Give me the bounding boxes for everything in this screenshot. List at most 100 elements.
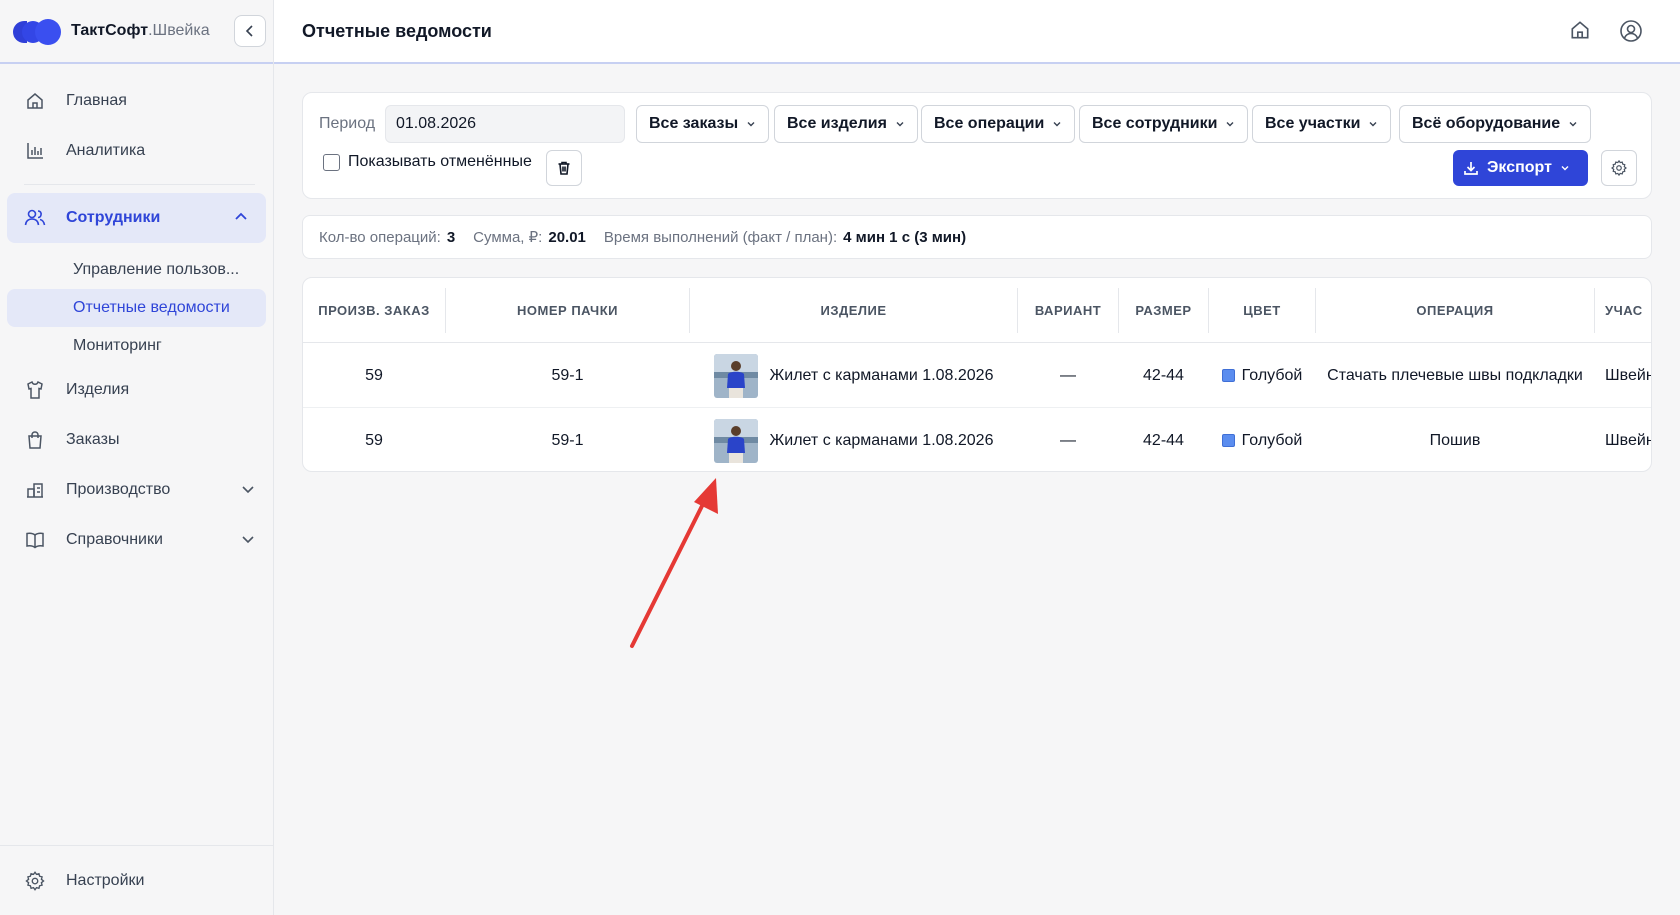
filter-panel: Период Все заказы Все изделия Все операц… bbox=[302, 92, 1652, 199]
shirt-icon bbox=[24, 379, 46, 401]
table-row[interactable]: 59 59-1 Жилет с карманами 1.08.2026 — 42… bbox=[303, 343, 1651, 408]
column-header[interactable]: РАЗМЕР bbox=[1119, 278, 1208, 343]
gear-icon bbox=[1611, 159, 1627, 177]
column-header[interactable]: УЧАС bbox=[1605, 278, 1651, 343]
cell-variant: — bbox=[1060, 366, 1076, 384]
topbar: Отчетные ведомости bbox=[274, 0, 1680, 64]
dropdown-label: Всё оборудование bbox=[1412, 115, 1561, 132]
divider bbox=[24, 184, 255, 185]
show-cancelled-checkbox[interactable] bbox=[323, 153, 340, 171]
time-value: 4 мин 1 с (3 мин) bbox=[843, 228, 967, 246]
column-header[interactable]: ИЗДЕЛИЕ bbox=[690, 278, 1017, 343]
column-header[interactable]: НОМЕР ПАЧКИ bbox=[446, 278, 689, 343]
brand-name-light: .Швейка bbox=[148, 22, 210, 39]
download-icon bbox=[1464, 162, 1478, 175]
sidebar-item-label: Сотрудники bbox=[66, 209, 161, 226]
chevron-down-icon bbox=[896, 122, 904, 127]
cell-batch: 59-1 bbox=[551, 366, 584, 384]
ops-count-value: 3 bbox=[446, 228, 456, 246]
users-icon bbox=[24, 207, 46, 229]
dropdown-label: Все участки bbox=[1265, 115, 1361, 132]
home-button[interactable] bbox=[1569, 19, 1593, 43]
profile-button[interactable] bbox=[1619, 19, 1643, 43]
chevron-down-icon bbox=[1561, 166, 1569, 171]
cell-operation: Стачать плечевые швы подкладки bbox=[1327, 366, 1583, 384]
operations-filter-dropdown[interactable]: Все операции bbox=[921, 105, 1076, 143]
time-label: Время выполнений (факт / план): bbox=[603, 228, 838, 246]
chevron-down-icon bbox=[1053, 122, 1061, 127]
trash-icon bbox=[558, 161, 570, 175]
cell-product: Жилет с карманами 1.08.2026 bbox=[690, 343, 1017, 408]
cell-color: Голубой bbox=[1209, 343, 1315, 408]
chevron-down-icon bbox=[1569, 122, 1577, 127]
color-name: Голубой bbox=[1241, 366, 1303, 384]
chevron-down-icon bbox=[1369, 122, 1377, 127]
cell-operation: Пошив bbox=[1429, 431, 1481, 449]
column-header[interactable]: ПРОИЗВ. ЗАКАЗ bbox=[303, 278, 445, 343]
sidebar-item-products[interactable]: Изделия bbox=[0, 365, 273, 415]
book-icon bbox=[24, 529, 46, 551]
collapse-sidebar-button[interactable] bbox=[234, 15, 266, 47]
ops-count-label: Кол-во операций: bbox=[319, 228, 441, 246]
sidebar-subitem-reports[interactable]: Отчетные ведомости bbox=[7, 289, 266, 327]
sidebar-item-orders[interactable]: Заказы bbox=[0, 415, 273, 465]
cell-variant: — bbox=[1060, 431, 1076, 449]
clear-filters-button[interactable] bbox=[546, 150, 582, 186]
cell-size: 42-44 bbox=[1143, 431, 1184, 449]
cell-order: 59 bbox=[365, 366, 383, 384]
cell-product: Жилет с карманами 1.08.2026 bbox=[690, 408, 1017, 471]
bar-chart-icon bbox=[24, 140, 46, 162]
cell-area: Швейн bbox=[1605, 366, 1652, 384]
table-settings-button[interactable] bbox=[1601, 150, 1637, 186]
sidebar-item-employees[interactable]: Сотрудники bbox=[7, 193, 266, 243]
orders-filter-dropdown[interactable]: Все заказы bbox=[636, 105, 770, 143]
product-thumbnail[interactable] bbox=[713, 353, 758, 398]
column-header[interactable]: ЦВЕТ bbox=[1209, 278, 1315, 343]
show-cancelled-toggle[interactable]: Показывать отменённые bbox=[323, 153, 532, 171]
factory-icon bbox=[24, 479, 46, 501]
chevron-left-icon bbox=[245, 25, 253, 37]
home-icon bbox=[24, 90, 46, 112]
sidebar-nav: Главная Аналитика Сотрудники Управление … bbox=[0, 64, 273, 565]
gear-icon bbox=[24, 870, 46, 892]
logo-icon bbox=[13, 18, 61, 45]
sidebar-item-label: Аналитика bbox=[66, 142, 146, 159]
column-header[interactable]: ВАРИАНТ bbox=[1018, 278, 1118, 343]
settings-label: Настройки bbox=[66, 871, 145, 889]
areas-filter-dropdown[interactable]: Все участки bbox=[1252, 105, 1392, 143]
export-button[interactable]: Экспорт bbox=[1453, 150, 1588, 186]
cell-batch: 59-1 bbox=[551, 431, 584, 449]
cell-area: Швейн bbox=[1605, 431, 1652, 449]
period-label: Период bbox=[319, 115, 376, 132]
products-filter-dropdown[interactable]: Все изделия bbox=[774, 105, 918, 143]
color-swatch bbox=[1221, 369, 1235, 382]
sidebar-item-analytics[interactable]: Аналитика bbox=[0, 126, 273, 176]
brand-name-bold: ТактСофт bbox=[71, 22, 149, 39]
sidebar-item-production[interactable]: Производство bbox=[0, 465, 273, 515]
chevron-down-icon bbox=[242, 486, 254, 494]
shopping-bag-icon bbox=[24, 429, 46, 451]
sidebar-item-references[interactable]: Справочники bbox=[0, 515, 273, 565]
sidebar-subitem-user-management[interactable]: Управление пользов... bbox=[0, 251, 273, 289]
cell-size: 42-44 bbox=[1143, 366, 1184, 384]
sidebar-subitem-monitoring[interactable]: Мониторинг bbox=[0, 327, 273, 365]
column-header[interactable]: ОПЕРАЦИЯ bbox=[1316, 278, 1594, 343]
product-name: Жилет с карманами 1.08.2026 bbox=[769, 366, 994, 384]
chevron-up-icon bbox=[235, 212, 247, 220]
sum-label: Сумма, ₽: bbox=[473, 229, 543, 246]
brand-name: ТактСофт.Швейка bbox=[71, 22, 210, 40]
show-cancelled-label: Показывать отменённые bbox=[348, 153, 532, 170]
cell-order: 59 bbox=[365, 431, 383, 449]
sidebar: ТактСофт.Швейка Главная Аналитика Сотруд… bbox=[0, 0, 274, 915]
sidebar-item-label: Заказы bbox=[66, 431, 120, 448]
sidebar-item-label: Изделия bbox=[66, 381, 130, 398]
table-row[interactable]: 59 59-1 Жилет с карманами 1.08.2026 — 42… bbox=[303, 408, 1652, 471]
sidebar-subitem-label: Мониторинг bbox=[73, 337, 162, 354]
equipment-filter-dropdown[interactable]: Всё оборудование bbox=[1399, 105, 1592, 143]
period-date-input[interactable] bbox=[385, 105, 625, 143]
product-thumbnail[interactable] bbox=[713, 418, 758, 463]
cell-color: Голубой bbox=[1209, 408, 1315, 471]
sidebar-item-home[interactable]: Главная bbox=[0, 76, 273, 126]
sidebar-item-settings[interactable]: Настройки bbox=[0, 845, 274, 915]
employees-filter-dropdown[interactable]: Все сотрудники bbox=[1079, 105, 1249, 143]
